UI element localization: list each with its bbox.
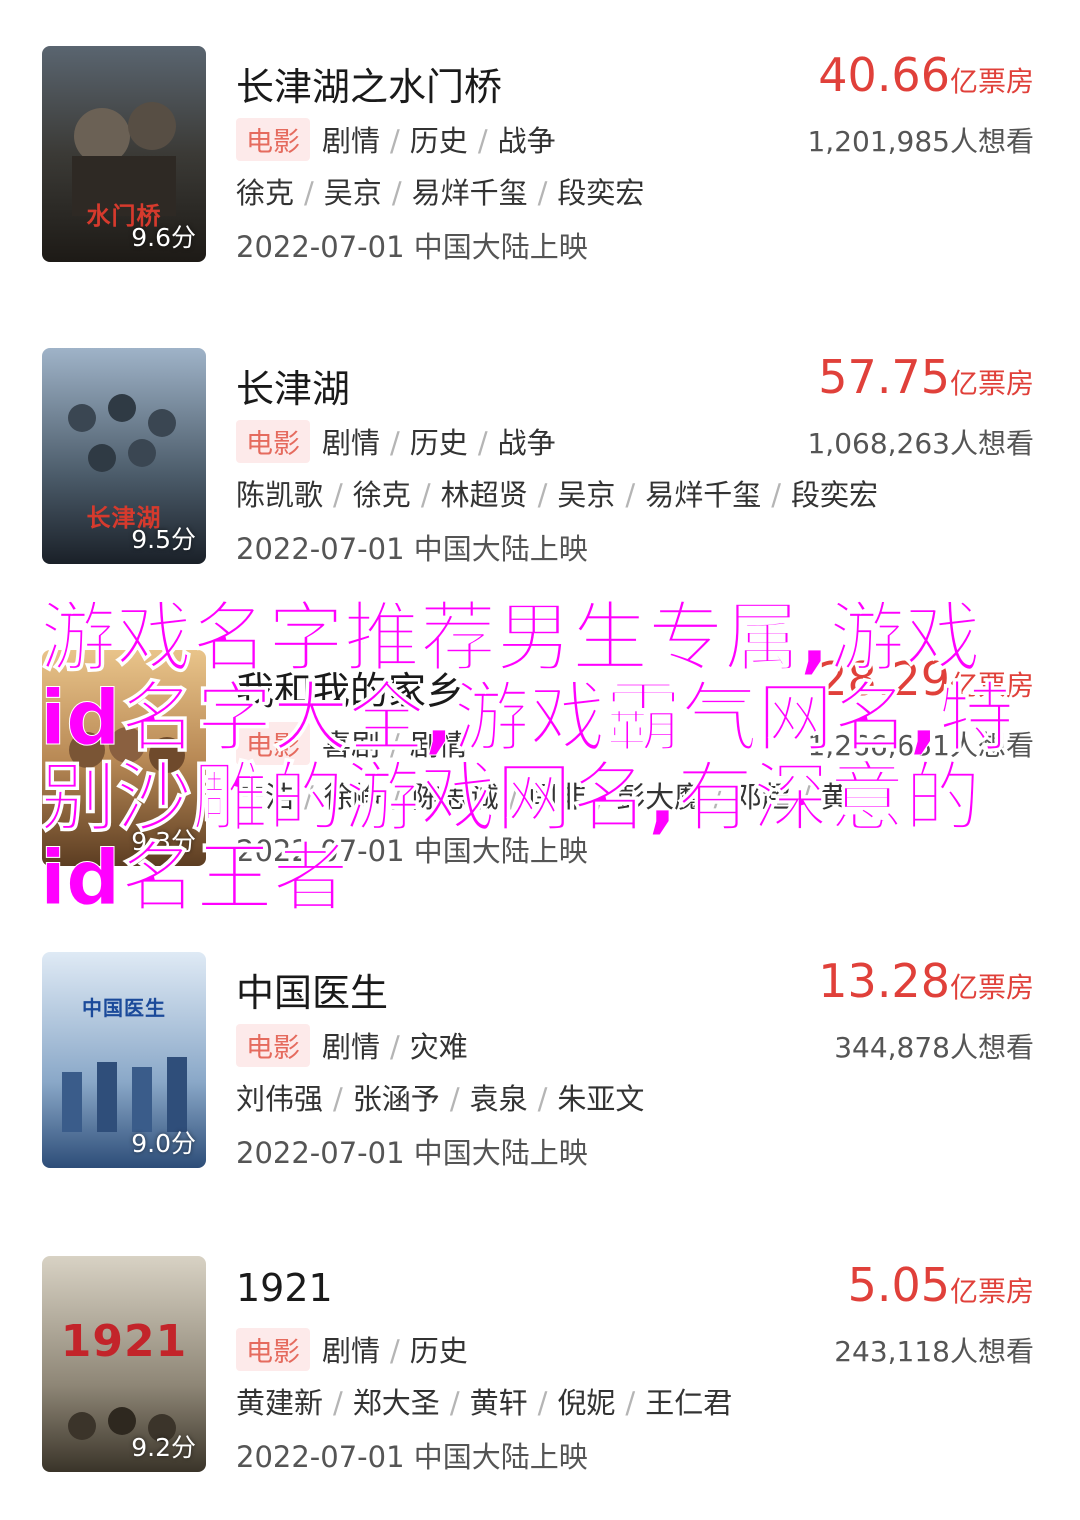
movie-card[interactable]: 中国医生 9.0分 中国医生 13.28亿票房 电影 剧情 / 灾难 344,878人… <box>0 952 1080 1170</box>
cast-member: 易烊千玺 <box>645 478 762 512</box>
genre: 战争 <box>497 426 556 460</box>
overlay-caption: 游戏名字推荐男生专属,游戏id名字大全,游戏霸气网名,特别沙雕的游戏网名,有深意… <box>40 593 1015 922</box>
cast-member: 易烊千玺 <box>411 176 528 210</box>
movie-poster[interactable]: 1921 9.2分 <box>42 1256 206 1472</box>
movie-poster[interactable]: 水门桥 9.6分 <box>42 46 206 262</box>
cast-member: 林超贤 <box>440 478 528 512</box>
want-count: 243,118人想看 <box>834 1335 1034 1368</box>
release-date: 2022-07-01 中国大陆上映 <box>236 1440 588 1474</box>
cast-member: 吴京 <box>323 176 382 210</box>
box-office-value: 40.66 <box>818 48 950 102</box>
movie-poster[interactable]: 中国医生 9.0分 <box>42 952 206 1168</box>
cast-member: 徐克 <box>236 176 295 210</box>
cast-member: 张涵予 <box>352 1082 440 1116</box>
cast-member: 刘伟强 <box>236 1082 324 1116</box>
cast-row: 徐克 / 吴京 / 易烊千玺 / 段奕宏 <box>236 176 645 210</box>
box-office: 57.75亿票房 <box>818 350 1034 404</box>
cast-row: 刘伟强 / 张涵予 / 袁泉 / 朱亚文 <box>236 1082 645 1116</box>
genre: 历史 <box>409 124 468 158</box>
cast-member: 徐克 <box>352 478 411 512</box>
cast-member: 朱亚文 <box>557 1082 645 1116</box>
genre: 剧情 <box>322 426 381 460</box>
movie-title[interactable]: 1921 <box>236 1266 333 1310</box>
genre: 灾难 <box>409 1030 468 1064</box>
cast-member: 王仁君 <box>645 1386 733 1420</box>
cast-member: 郑大圣 <box>352 1386 440 1420</box>
release-date: 2022-07-01 中国大陆上映 <box>236 1136 588 1170</box>
rating-score: 9.5分 <box>131 525 196 554</box>
poster-title: 1921 <box>60 1316 188 1367</box>
box-office-unit: 亿票房 <box>949 971 1034 1004</box>
cast-member: 陈凯歌 <box>236 478 324 512</box>
cast-member: 袁泉 <box>469 1082 528 1116</box>
box-office-value: 57.75 <box>818 350 950 404</box>
movie-card[interactable]: 水门桥 9.6分 长津湖之水门桥 40.66亿票房 电影 剧情 / 历史 / 战争 1,2… <box>0 46 1080 264</box>
box-office-unit: 亿票房 <box>949 65 1034 98</box>
cast-member: 倪妮 <box>557 1386 616 1420</box>
rating-score: 9.0分 <box>131 1129 196 1158</box>
movie-card[interactable]: 长津湖 9.5分 长津湖 57.75亿票房 电影 剧情 / 历史 / 战争 1,068,2… <box>0 348 1080 566</box>
type-tag: 电影 <box>236 1328 310 1371</box>
cast-member: 黄建新 <box>236 1386 324 1420</box>
box-office: 13.28亿票房 <box>818 954 1034 1008</box>
genre: 剧情 <box>322 1334 381 1368</box>
box-office-unit: 亿票房 <box>949 1275 1034 1308</box>
release-date: 2022-07-01 中国大陆上映 <box>236 532 588 566</box>
box-office: 40.66亿票房 <box>818 48 1034 102</box>
poster-title: 中国医生 <box>82 996 166 1020</box>
cast-member: 黄轩 <box>469 1386 528 1420</box>
type-tag: 电影 <box>236 118 310 161</box>
cast-row: 黄建新 / 郑大圣 / 黄轩 / 倪妮 / 王仁君 <box>236 1386 733 1420</box>
box-office-value: 5.05 <box>847 1258 950 1312</box>
cast-row: 陈凯歌 / 徐克 / 林超贤 / 吴京 / 易烊千玺 / 段奕宏 <box>236 478 878 512</box>
box-office: 5.05亿票房 <box>848 1258 1034 1312</box>
want-count: 344,878人想看 <box>834 1031 1034 1064</box>
box-office-value: 13.28 <box>818 954 950 1008</box>
movie-title[interactable]: 长津湖之水门桥 <box>236 56 502 111</box>
type-tag: 电影 <box>236 1024 310 1067</box>
release-date: 2022-07-01 中国大陆上映 <box>236 230 588 264</box>
genre-row: 电影 剧情 / 历史 / 战争 <box>236 420 556 463</box>
rating-score: 9.6分 <box>131 223 196 252</box>
genre: 历史 <box>409 426 468 460</box>
want-count: 1,201,985人想看 <box>807 125 1034 158</box>
movie-poster[interactable]: 长津湖 9.5分 <box>42 348 206 564</box>
genre: 剧情 <box>322 124 381 158</box>
genre-row: 电影 剧情 / 历史 / 战争 <box>236 118 556 161</box>
rating-score: 9.2分 <box>131 1433 196 1462</box>
genre: 剧情 <box>322 1030 381 1064</box>
genre-row: 电影 剧情 / 灾难 <box>236 1024 468 1067</box>
genre-row: 电影 剧情 / 历史 <box>236 1328 468 1371</box>
cast-member: 吴京 <box>557 478 616 512</box>
genre: 历史 <box>409 1334 468 1368</box>
type-tag: 电影 <box>236 420 310 463</box>
movie-card[interactable]: 1921 9.2分 1921 5.05亿票房 电影 剧情 / 历史 243,118人想… <box>0 1256 1080 1474</box>
cast-member: 段奕宏 <box>790 478 878 512</box>
movie-title[interactable]: 长津湖 <box>236 358 350 413</box>
genre: 战争 <box>497 124 556 158</box>
want-count: 1,068,263人想看 <box>807 427 1034 460</box>
cast-member: 段奕宏 <box>557 176 645 210</box>
movie-title[interactable]: 中国医生 <box>236 962 388 1017</box>
box-office-unit: 亿票房 <box>949 367 1034 400</box>
